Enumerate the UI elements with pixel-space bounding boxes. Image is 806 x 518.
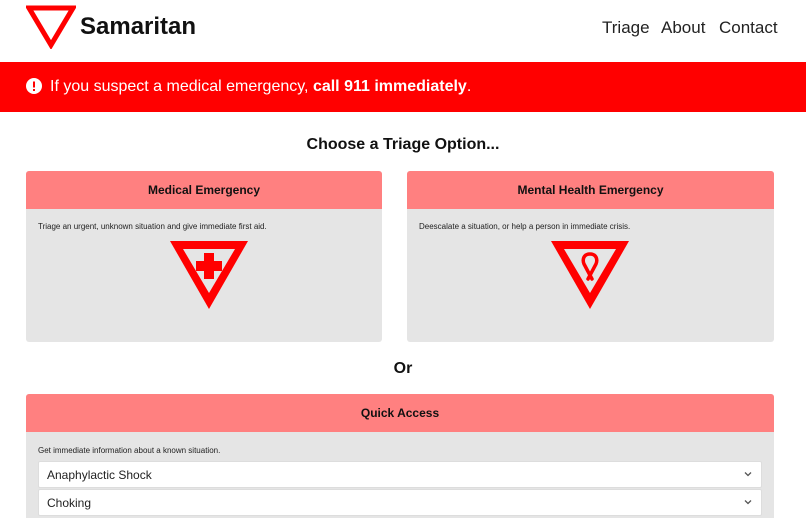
mental-health-emergency-title[interactable]: Mental Health Emergency — [407, 171, 774, 209]
nav-link-about[interactable]: About — [661, 18, 705, 38]
or-divider: Or — [393, 360, 413, 377]
navbar: Samaritan Triage About Contact — [0, 0, 806, 62]
medical-emergency-card[interactable]: Medical Emergency Triage an urgent, unkn… — [26, 171, 382, 342]
exclamation-circle-icon — [26, 78, 42, 94]
chevron-down-icon — [744, 500, 752, 505]
medical-emergency-description: Triage an urgent, unknown situation and … — [38, 222, 267, 231]
quick-access-card: Quick Access Get immediate information a… — [26, 394, 774, 518]
select-label: Anaphylactic Shock — [47, 468, 152, 482]
first-aid-cross-icon — [170, 241, 248, 309]
alert-text-call-911: call 911 immediately — [312, 78, 467, 95]
mental-health-emergency-card[interactable]: Mental Health Emergency Deescalate a sit… — [407, 171, 774, 342]
brand-name[interactable]: Samaritan — [80, 13, 196, 41]
emergency-alert-banner: If you suspect a medical emergency, call… — [0, 62, 806, 112]
alert-text-start: If you suspect a medical emergency, — [50, 78, 313, 95]
quick-access-select-choking[interactable]: Choking — [38, 489, 762, 516]
awareness-ribbon-icon — [551, 241, 629, 309]
quick-access-select-anaphylactic-shock[interactable]: Anaphylactic Shock — [38, 461, 762, 488]
samaritan-logo-icon[interactable] — [26, 5, 76, 49]
alert-text-end: . — [466, 78, 472, 95]
alert-text: If you suspect a medical emergency, call… — [50, 78, 471, 96]
select-label: Choking — [47, 496, 92, 510]
triage-heading: Choose a Triage Option... — [306, 136, 500, 153]
medical-emergency-title[interactable]: Medical Emergency — [26, 171, 382, 209]
mental-health-emergency-description: Deescalate a situation, or help a person… — [419, 222, 631, 231]
quick-access-description: Get immediate information about a known … — [38, 446, 221, 455]
nav-link-contact[interactable]: Contact — [719, 18, 778, 38]
nav-link-triage[interactable]: Triage — [602, 18, 650, 38]
quick-access-title: Quick Access — [26, 394, 774, 432]
chevron-down-icon — [744, 472, 752, 477]
